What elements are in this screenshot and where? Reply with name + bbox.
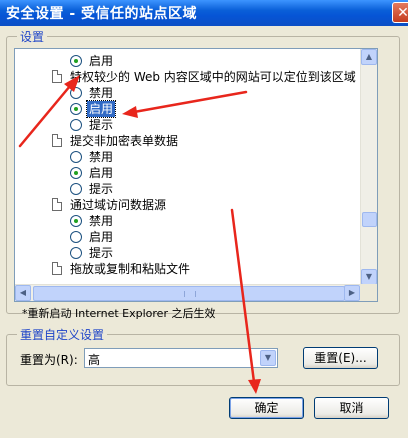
radio-button-icon[interactable] bbox=[70, 183, 82, 195]
title-bar: 安全设置 - 受信任的站点区域 ✕ bbox=[0, 0, 408, 26]
option-item[interactable]: 禁用 bbox=[15, 213, 360, 229]
option-item[interactable]: 提示 bbox=[15, 245, 360, 261]
option-item[interactable]: 启用 bbox=[15, 100, 360, 118]
setting-item: 提交非加密表单数据 bbox=[15, 133, 360, 149]
radio-button-icon[interactable] bbox=[70, 231, 82, 243]
option-label[interactable]: 禁用 bbox=[89, 149, 113, 165]
horizontal-scroll-thumb[interactable] bbox=[33, 286, 345, 301]
document-icon bbox=[52, 134, 62, 147]
setting-label: 提交非加密表单数据 bbox=[70, 134, 179, 148]
radio-button-icon[interactable] bbox=[70, 87, 82, 99]
option-item[interactable]: 提示 bbox=[15, 117, 360, 133]
option-label[interactable]: 启用 bbox=[89, 229, 113, 245]
settings-group-legend: 设置 bbox=[17, 28, 48, 45]
option-item[interactable]: 启用 bbox=[15, 165, 360, 181]
option-label[interactable]: 提示 bbox=[89, 181, 113, 197]
settings-tree: 启用 特权较少的 Web 内容区域中的网站可以定位到该区域 禁用 启用 提示 提交非加密表… bbox=[15, 49, 360, 285]
setting-label: 拖放或复制和粘贴文件 bbox=[70, 262, 191, 276]
scroll-left-icon[interactable]: ◀ bbox=[15, 285, 31, 301]
setting-item: 通过域访问数据源 bbox=[15, 197, 360, 213]
scroll-down-icon[interactable]: ▼ bbox=[361, 269, 377, 285]
radio-button-icon[interactable] bbox=[70, 215, 82, 227]
vertical-scrollbar[interactable]: ▲ ▼ bbox=[360, 49, 377, 285]
document-icon bbox=[52, 198, 62, 211]
settings-listbox[interactable]: 启用 特权较少的 Web 内容区域中的网站可以定位到该区域 禁用 启用 提示 提交非加密表… bbox=[14, 48, 378, 302]
scrollbar-corner bbox=[360, 284, 377, 301]
reset-to-label: 重置为(R): bbox=[20, 353, 78, 367]
scroll-right-icon[interactable]: ▶ bbox=[344, 285, 360, 301]
option-item[interactable]: 禁用 bbox=[15, 85, 360, 101]
setting-label: 特权较少的 Web 内容区域中的网站可以定位到该区域 bbox=[70, 70, 356, 84]
vertical-scroll-thumb[interactable] bbox=[362, 212, 377, 227]
window-title: 安全设置 - 受信任的站点区域 bbox=[6, 6, 198, 22]
horizontal-scrollbar[interactable]: ◀ ▶ bbox=[15, 284, 360, 301]
setting-label: 通过域访问数据源 bbox=[70, 198, 167, 212]
chevron-down-icon[interactable]: ▼ bbox=[260, 350, 276, 366]
reset-level-select[interactable]: 高 ▼ bbox=[84, 348, 278, 368]
radio-button-icon[interactable] bbox=[70, 167, 82, 179]
option-label[interactable]: 禁用 bbox=[89, 85, 113, 101]
option-item[interactable]: 启用 bbox=[15, 53, 360, 69]
option-label[interactable]: 提示 bbox=[89, 245, 113, 261]
setting-item: 特权较少的 Web 内容区域中的网站可以定位到该区域 bbox=[15, 69, 360, 85]
close-button[interactable]: ✕ bbox=[392, 2, 408, 23]
option-label[interactable]: 禁用 bbox=[89, 213, 113, 229]
option-label[interactable]: 启用 bbox=[89, 53, 113, 69]
grip-icon bbox=[184, 291, 196, 297]
option-item[interactable]: 禁用 bbox=[15, 149, 360, 165]
cancel-button[interactable]: 取消 bbox=[314, 397, 389, 419]
document-icon bbox=[52, 70, 62, 83]
radio-button-icon[interactable] bbox=[70, 247, 82, 259]
reset-button[interactable]: 重置(E)... bbox=[303, 347, 378, 369]
reset-level-value: 高 bbox=[88, 353, 101, 367]
radio-button-icon[interactable] bbox=[70, 119, 82, 131]
radio-button-icon[interactable] bbox=[70, 151, 82, 163]
option-label[interactable]: 提示 bbox=[89, 117, 113, 133]
radio-button-icon[interactable] bbox=[70, 55, 82, 67]
ok-button[interactable]: 确定 bbox=[229, 397, 304, 419]
option-label[interactable]: 启用 bbox=[85, 100, 117, 118]
option-item[interactable]: 启用 bbox=[15, 229, 360, 245]
document-icon bbox=[52, 262, 62, 275]
radio-button-icon[interactable] bbox=[70, 103, 82, 115]
option-item[interactable]: 提示 bbox=[15, 181, 360, 197]
setting-item: 拖放或复制和粘贴文件 bbox=[15, 261, 360, 277]
custom-group-legend: 重置自定义设置 bbox=[17, 326, 108, 343]
scroll-up-icon[interactable]: ▲ bbox=[361, 49, 377, 65]
restart-note: *重新启动 Internet Explorer 之后生效 bbox=[22, 307, 216, 320]
option-label[interactable]: 启用 bbox=[89, 165, 113, 181]
